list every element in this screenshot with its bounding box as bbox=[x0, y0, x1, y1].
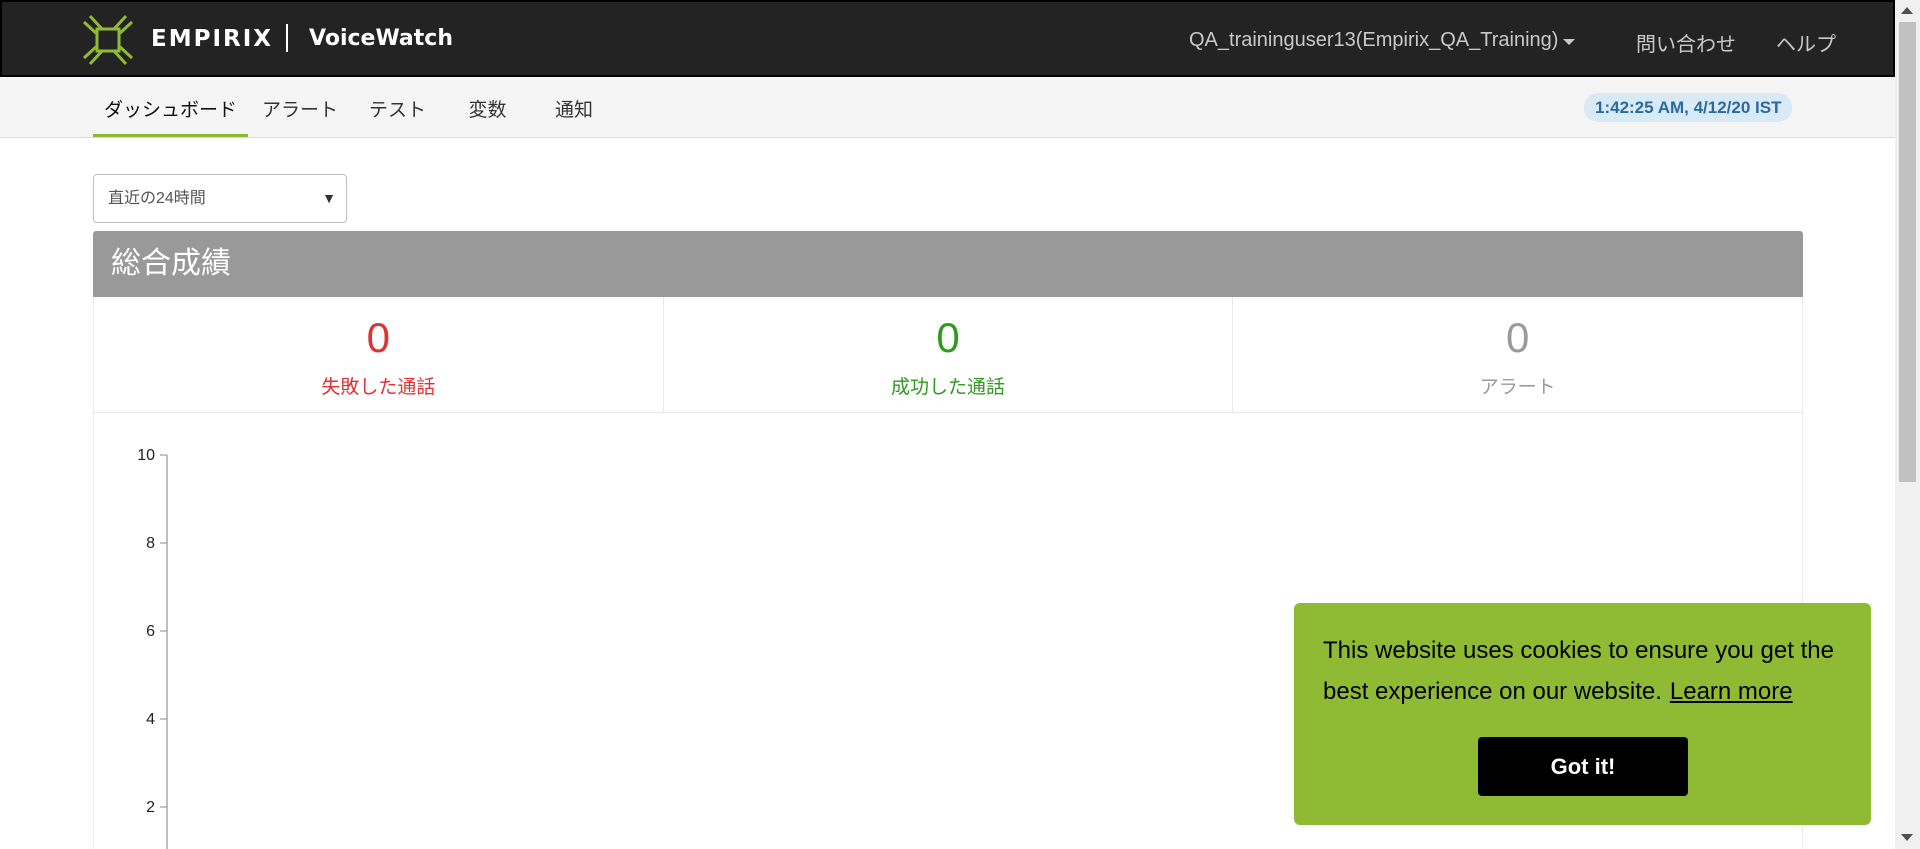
cookie-accept-button[interactable]: Got it! bbox=[1478, 737, 1688, 796]
stats-row: 0 失敗した通話 0 成功した通話 0 アラート bbox=[93, 297, 1803, 413]
user-name: QA_traininguser13(Empirix_QA_Training) bbox=[1189, 29, 1559, 51]
y-tick-label: 10 bbox=[137, 447, 155, 464]
page-scrollbar[interactable] bbox=[1895, 0, 1920, 849]
timestamp-badge: 1:42:25 AM, 4/12/20 IST bbox=[1584, 93, 1793, 122]
contact-link[interactable]: 問い合わせ bbox=[1636, 28, 1736, 57]
user-menu[interactable]: QA_traininguser13(Empirix_QA_Training) bbox=[1189, 29, 1576, 52]
time-range-value: 直近の24時間 bbox=[108, 190, 206, 207]
help-link[interactable]: ヘルプ bbox=[1776, 28, 1836, 57]
tab-alerts[interactable]: アラート bbox=[262, 95, 338, 137]
tab-variables[interactable]: 変数 bbox=[455, 95, 520, 137]
failed-calls-count: 0 bbox=[366, 314, 391, 361]
top-header: EMPIRIX VoiceWatch QA_traininguser13(Emp… bbox=[0, 0, 1895, 77]
brand-divider bbox=[286, 24, 288, 52]
learn-more-link[interactable]: Learn more bbox=[1670, 678, 1793, 705]
y-tick-label: 8 bbox=[146, 535, 155, 552]
empirix-logo-icon[interactable] bbox=[80, 12, 136, 68]
overall-performance-title: 総合成績 bbox=[93, 231, 1803, 297]
time-range-select[interactable]: 直近の24時間 ▼ bbox=[93, 174, 347, 223]
stat-successful-calls[interactable]: 0 成功した通話 bbox=[664, 297, 1234, 412]
cookie-message: This website uses cookies to ensure you … bbox=[1323, 630, 1853, 712]
scroll-up-icon[interactable] bbox=[1901, 7, 1913, 14]
tab-tests[interactable]: テスト bbox=[365, 95, 430, 137]
scroll-thumb[interactable] bbox=[1899, 22, 1916, 482]
successful-calls-count: 0 bbox=[936, 314, 960, 361]
caret-down-icon bbox=[1563, 39, 1576, 45]
successful-calls-label: 成功した通話 bbox=[891, 377, 1006, 398]
tab-dashboard[interactable]: ダッシュボード bbox=[93, 95, 248, 137]
tab-notifications[interactable]: 通知 bbox=[543, 95, 605, 137]
brand-name: EMPIRIX bbox=[151, 26, 274, 52]
cookie-banner: This website uses cookies to ensure you … bbox=[1294, 603, 1871, 825]
alerts-label: アラート bbox=[1479, 377, 1556, 398]
stat-alerts[interactable]: 0 アラート bbox=[1233, 297, 1802, 412]
stat-failed-calls[interactable]: 0 失敗した通話 bbox=[94, 297, 664, 412]
y-tick-label: 2 bbox=[146, 799, 155, 816]
y-tick-label: 4 bbox=[146, 711, 155, 728]
scroll-down-icon[interactable] bbox=[1901, 834, 1913, 841]
y-tick-label: 6 bbox=[146, 623, 155, 640]
product-name: VoiceWatch bbox=[309, 26, 453, 51]
failed-calls-label: 失敗した通話 bbox=[321, 377, 436, 398]
tab-bar: ダッシュボード アラート テスト 変数 通知 1:42:25 AM, 4/12/… bbox=[0, 77, 1895, 138]
alerts-count: 0 bbox=[1506, 314, 1530, 361]
dropdown-arrow-icon: ▼ bbox=[322, 190, 336, 206]
